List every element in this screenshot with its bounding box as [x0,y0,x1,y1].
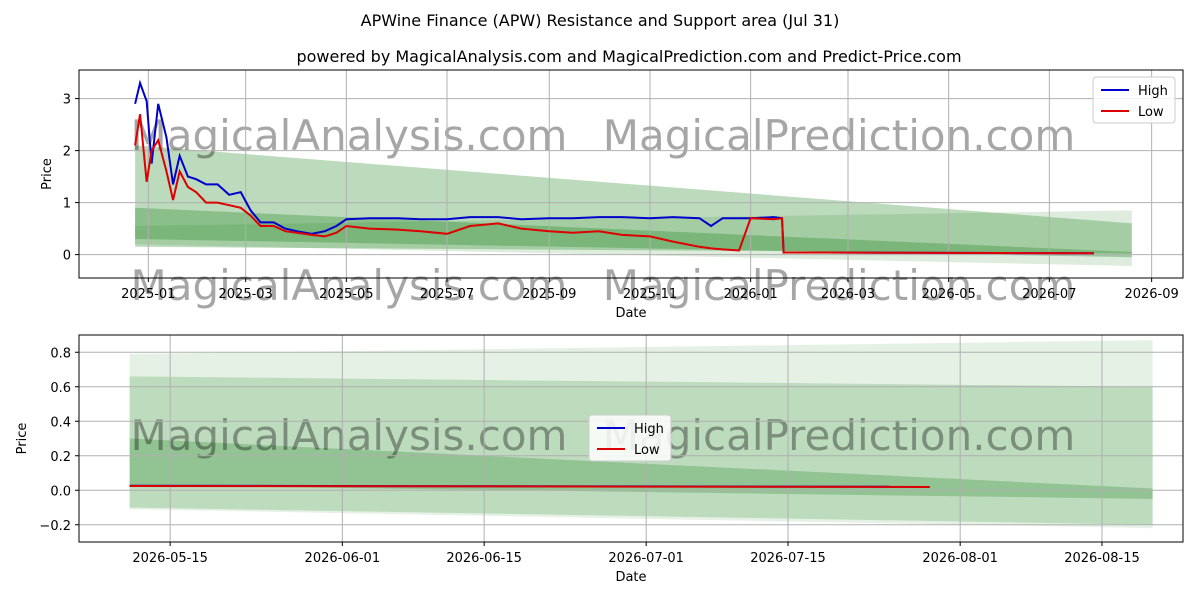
x-tick-label: 2025-03 [219,287,273,302]
y-tick-label: 3 [63,93,71,108]
x-tick-label: 2026-07-01 [608,551,684,566]
y-tick-label: 0.4 [50,415,71,430]
x-tick-label: 2025-07 [420,287,474,302]
watermark-text: MagicalPrediction.com [603,411,1076,460]
y-tick-label: 0.2 [50,450,71,465]
y-tick-label: 0 [63,249,71,264]
watermark-text: MagicalAnalysis.com [131,411,568,460]
y-tick-label: 1 [63,197,71,212]
top-chart-panel: MagicalAnalysis.com MagicalPrediction.com… [40,69,1184,321]
x-tick-label: 2026-01 [723,287,777,302]
chart-subtitle: powered by MagicalAnalysis.com and Magic… [296,47,961,66]
bottom-chart-panel: MagicalAnalysis.com MagicalPrediction.com… [15,334,1184,585]
x-tick-label: 2026-06-01 [305,551,381,566]
x-tick-label: 2026-07 [1022,287,1076,302]
x-tick-label: 2026-05 [922,287,976,302]
series-line-low [129,484,930,488]
legend-label-high: High [634,422,664,437]
y-tick-label: 2 [63,145,71,160]
y-tick-label: 0.8 [50,346,71,361]
y-tick-label: −0.2 [39,519,71,534]
legend-label-low: Low [634,443,660,458]
legend-label-high: High [1138,84,1168,99]
watermark-text: MagicalAnalysis.com [131,261,568,310]
x-tick-label: 2025-11 [623,287,677,302]
x-tick-label: 2026-09 [1124,287,1178,302]
x-tick-label: 2026-07-15 [750,551,826,566]
x-tick-label: 2025-01 [121,287,175,302]
watermark-text: MagicalAnalysis.com [131,111,568,160]
chart-title: APWine Finance (APW) Resistance and Supp… [361,11,840,30]
y-axis-label: Price [40,158,55,190]
y-tick-label: 0.0 [50,484,71,499]
y-tick-label: 0.6 [50,381,71,396]
watermark-text: MagicalPrediction.com [603,111,1076,160]
x-axis-label: Date [615,306,646,321]
x-tick-label: 2026-08-01 [922,551,998,566]
chart-svg: APWine Finance (APW) Resistance and Supp… [15,11,1184,585]
x-tick-label: 2026-06-15 [446,551,522,566]
x-axis-label: Date [615,570,646,585]
legend-label-low: Low [1138,105,1164,120]
x-tick-label: 2026-05-15 [132,551,208,566]
watermark-text: MagicalPrediction.com [603,261,1076,310]
chart-page: APWine Finance (APW) Resistance and Supp… [0,0,1200,600]
x-tick-label: 2025-05 [319,287,373,302]
y-axis-label: Price [15,423,30,455]
x-tick-label: 2025-09 [522,287,576,302]
x-tick-label: 2026-03 [821,287,875,302]
x-tick-label: 2026-08-15 [1064,551,1140,566]
